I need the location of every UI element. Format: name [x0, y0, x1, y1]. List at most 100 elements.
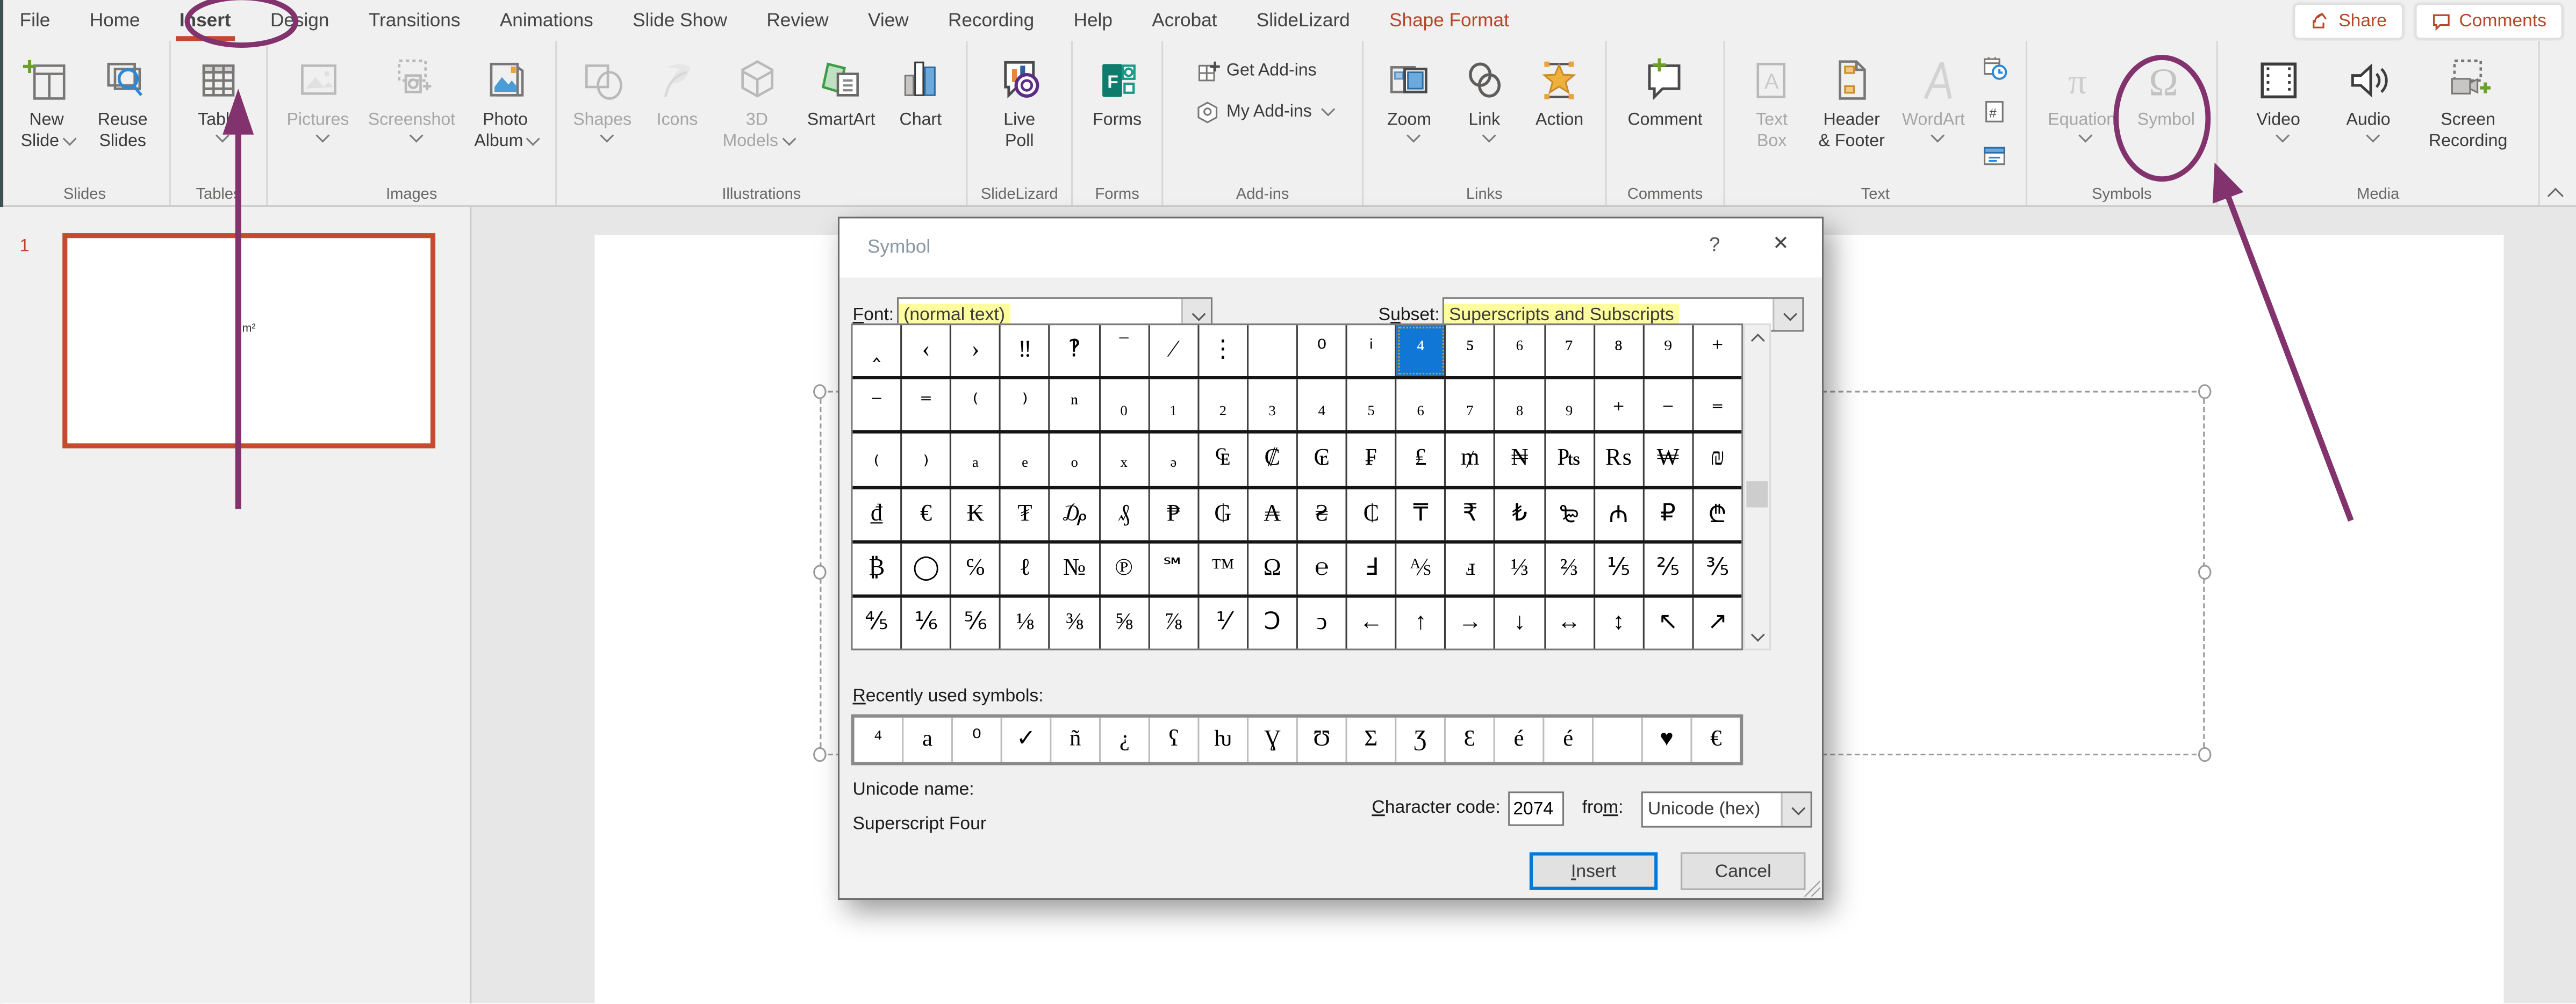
symbol-cell[interactable]: ₓ: [1100, 434, 1150, 486]
tab-review[interactable]: Review: [747, 0, 849, 41]
symbol-cell[interactable]: ₸: [1397, 488, 1446, 540]
symbol-cell[interactable]: ₾: [1694, 488, 1741, 539]
symbol-cell[interactable]: ‼: [1001, 325, 1051, 377]
reuse-slides-button[interactable]: Reuse Slides: [93, 41, 152, 152]
symbol-cell[interactable]: ℅: [952, 543, 1001, 595]
recent-symbol-cell[interactable]: ⁰: [953, 717, 1002, 762]
new-slide-button[interactable]: New Slide: [17, 41, 77, 152]
symbol-cell[interactable]: ℓ: [1001, 543, 1051, 595]
table-button[interactable]: Table: [189, 41, 248, 147]
symbol-cell[interactable]: ⅘: [852, 597, 902, 649]
handle-mid-left[interactable]: [813, 565, 827, 580]
symbol-cell[interactable]: ⁰: [1298, 325, 1347, 377]
tab-transitions[interactable]: Transitions: [349, 0, 480, 41]
symbol-cell[interactable]: ⁹: [1644, 325, 1694, 377]
recent-symbol-cell[interactable]: ƕ: [1199, 717, 1249, 762]
cancel-button[interactable]: Cancel: [1681, 852, 1806, 890]
symbol-cell[interactable]: ₦: [1496, 434, 1546, 486]
symbol-cell[interactable]: ⅞: [1150, 597, 1199, 649]
tab-file[interactable]: File: [0, 0, 70, 41]
symbol-cell[interactable]: ₭: [952, 488, 1001, 540]
tab-design[interactable]: Design: [250, 0, 349, 41]
symbol-cell[interactable]: ₴: [1298, 488, 1347, 540]
tab-slide-show[interactable]: Slide Show: [613, 0, 747, 41]
symbol-cell[interactable]: ₵: [1347, 488, 1397, 540]
symbol-cell[interactable]: ₰: [1100, 488, 1150, 540]
symbol-cell[interactable]: ₹: [1446, 488, 1496, 540]
symbol-cell[interactable]: ↑: [1397, 597, 1446, 649]
symbol-cell[interactable]: ₈: [1496, 379, 1546, 431]
symbol-cell[interactable]: ⁱ: [1347, 325, 1397, 377]
handle-mid-right[interactable]: [2198, 565, 2212, 580]
symbol-cell[interactable]: ⅚: [952, 597, 1001, 649]
scroll-up-icon[interactable]: [1745, 325, 1769, 350]
symbol-cell[interactable]: ₇: [1446, 379, 1496, 431]
date-time-button[interactable]: [1982, 54, 2008, 89]
recent-symbol-cell[interactable]: ʕ: [1150, 717, 1200, 762]
tab-recording[interactable]: Recording: [928, 0, 1054, 41]
live-poll-button[interactable]: Live Poll: [990, 41, 1049, 152]
recent-symbol-cell[interactable]: ♥: [1643, 717, 1692, 762]
from-dropdown-icon[interactable]: [1781, 793, 1811, 826]
symbol-cell[interactable]: [1248, 325, 1298, 377]
symbol-cell[interactable]: ⁵: [1446, 325, 1496, 377]
tab-insert[interactable]: Insert: [160, 0, 250, 41]
recent-symbol-cell[interactable]: ✓: [1002, 717, 1052, 762]
symbol-cell[interactable]: ↗: [1694, 597, 1741, 648]
tab-acrobat[interactable]: Acrobat: [1132, 0, 1237, 41]
symbol-cell[interactable]: ₎: [902, 434, 952, 486]
recent-symbol-cell[interactable]: ñ: [1051, 717, 1101, 762]
symbol-cell[interactable]: Ⅎ: [1347, 543, 1397, 595]
recent-symbol-cell[interactable]: Ʒ: [1396, 717, 1446, 762]
symbol-cell[interactable]: ₢: [1298, 434, 1347, 486]
symbol-cell[interactable]: ‽: [1051, 325, 1100, 377]
my-add-ins-button[interactable]: My Add-ins: [1194, 98, 1336, 125]
slide-number-button[interactable]: #: [1982, 98, 2008, 133]
header-footer-button[interactable]: Header & Footer: [1819, 41, 1885, 152]
symbol-cell[interactable]: ₤: [1397, 434, 1446, 486]
symbol-cell[interactable]: ‾: [1100, 325, 1150, 377]
symbol-cell[interactable]: ⁶: [1496, 325, 1546, 377]
symbol-cell[interactable]: ←: [1347, 597, 1397, 649]
symbol-cell[interactable]: ⁻: [852, 379, 902, 431]
symbol-cell[interactable]: ₩: [1644, 434, 1694, 486]
symbol-cell[interactable]: ₃: [1248, 379, 1298, 431]
symbol-cell[interactable]: ⅎ: [1446, 543, 1496, 595]
symbol-cell[interactable]: ₱: [1150, 488, 1199, 540]
symbol-cell[interactable]: ₳: [1248, 488, 1298, 540]
symbol-cell[interactable]: ₒ: [1051, 434, 1100, 486]
photo-album-button[interactable]: Photo Album: [474, 41, 541, 152]
symbol-cell[interactable]: ↔: [1545, 597, 1595, 649]
close-icon[interactable]: ✕: [1773, 232, 1789, 255]
comment-button[interactable]: Comment: [1627, 41, 1703, 131]
symbol-cell[interactable]: ◯: [902, 543, 952, 595]
symbol-cell[interactable]: →: [1446, 597, 1496, 649]
video-button[interactable]: Video: [2249, 41, 2308, 147]
symbol-cell[interactable]: ⅙: [902, 597, 952, 649]
symbol-cell[interactable]: ⁺: [1694, 325, 1741, 376]
symbol-cell[interactable]: ⅜: [1051, 597, 1100, 649]
symbol-cell[interactable]: ⅟: [1199, 597, 1248, 649]
collapse-ribbon-icon[interactable]: [2547, 185, 2566, 204]
scrollbar-thumb[interactable]: [1746, 481, 1768, 508]
slide-thumbnail[interactable]: m²: [62, 233, 436, 449]
symbol-cell[interactable]: ₉: [1545, 379, 1595, 431]
tab-slidelizard[interactable]: SlideLizard: [1237, 0, 1369, 41]
share-button[interactable]: Share: [2294, 3, 2403, 40]
symbol-cell[interactable]: ⁾: [1001, 379, 1051, 431]
action-button[interactable]: Action: [1530, 41, 1589, 131]
symbol-cell[interactable]: ₡: [1248, 434, 1298, 486]
symbol-cell[interactable]: ₂: [1199, 379, 1248, 431]
char-code-input[interactable]: [1508, 791, 1565, 826]
symbol-grid-scrollbar[interactable]: [1743, 323, 1771, 651]
tab-shape-format[interactable]: Shape Format: [1369, 0, 1529, 41]
recent-symbol-cell[interactable]: €: [1692, 718, 1740, 762]
symbol-cell[interactable]: ₨: [1595, 434, 1645, 486]
handle-top-left[interactable]: [813, 384, 827, 399]
recent-symbol-cell[interactable]: [1594, 717, 1643, 762]
symbol-cell[interactable]: ⅛: [1001, 597, 1051, 649]
tab-home[interactable]: Home: [70, 0, 160, 41]
symbol-cell[interactable]: ₪: [1694, 434, 1741, 485]
recent-symbol-cell[interactable]: é: [1544, 717, 1594, 762]
recent-symbol-cell[interactable]: Ʊ: [1298, 717, 1347, 762]
